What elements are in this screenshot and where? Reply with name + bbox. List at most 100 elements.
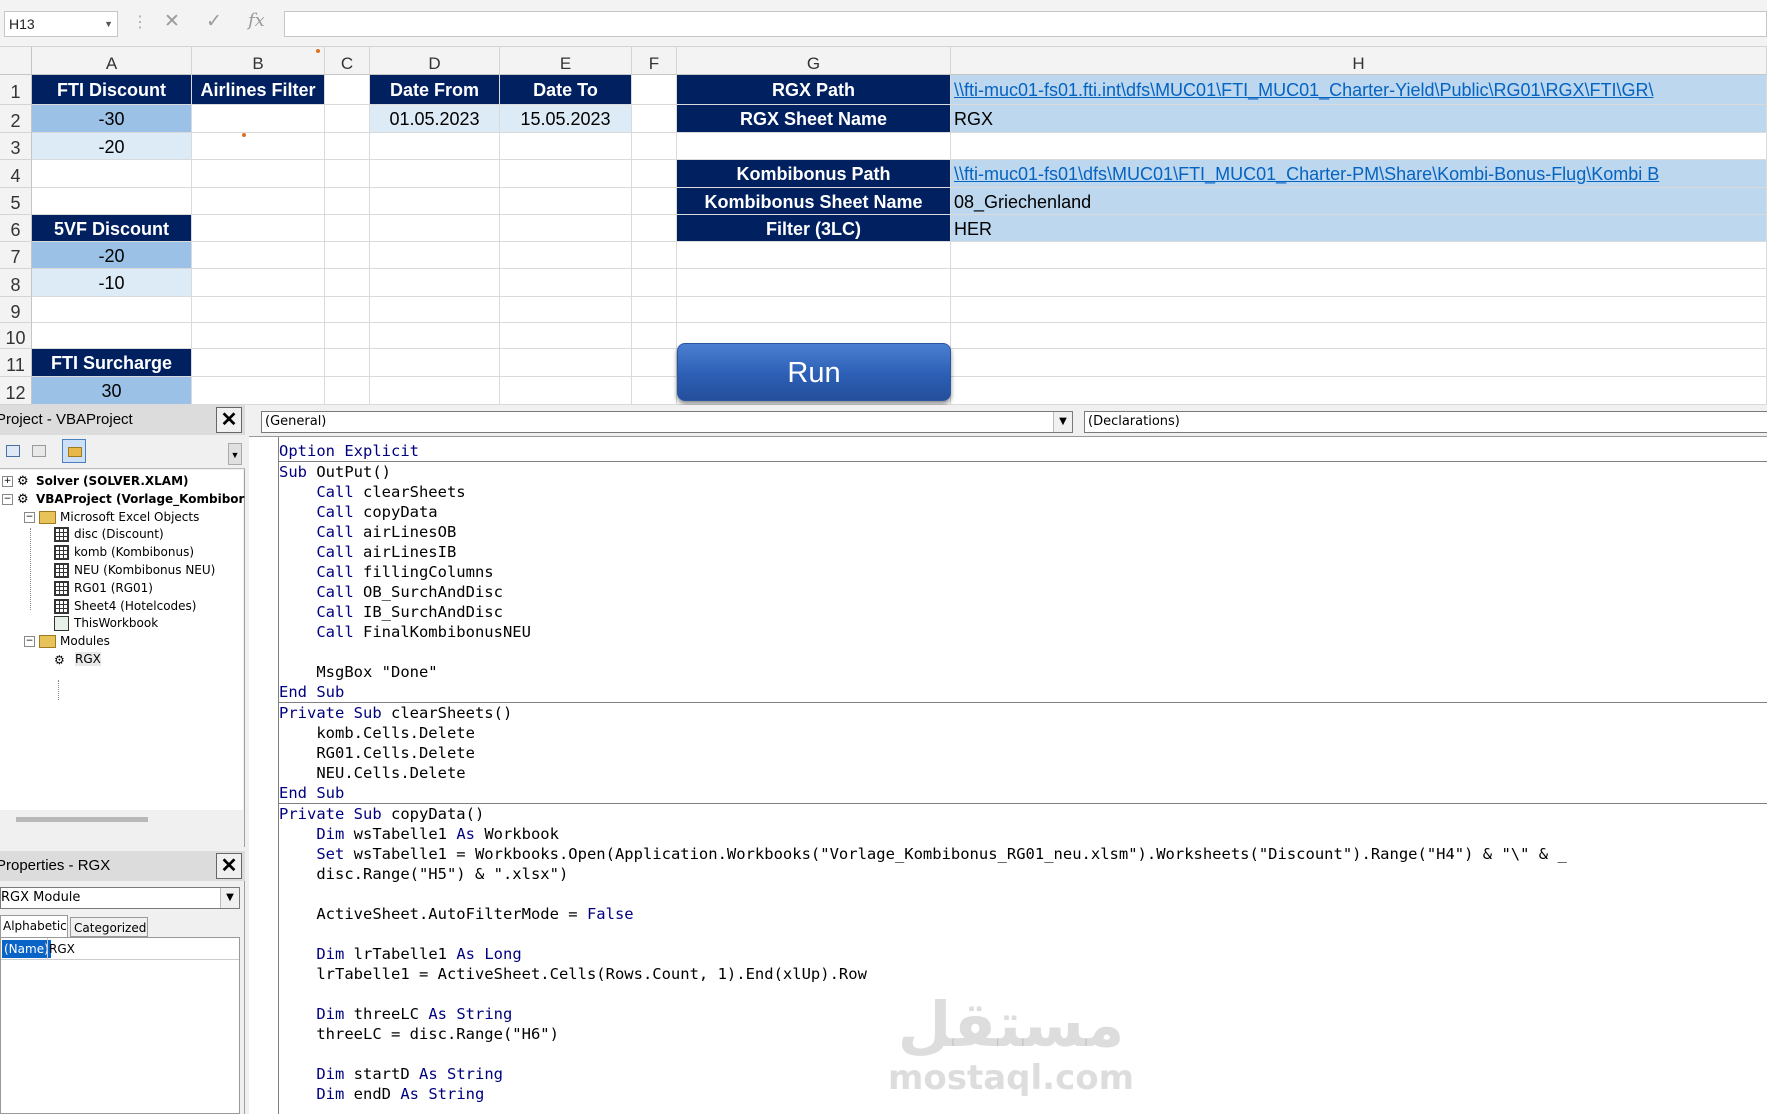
toggle-folders-button[interactable] (62, 439, 86, 463)
row-header-11[interactable]: 11 (0, 349, 32, 377)
function-icon[interactable]: fx (248, 10, 265, 31)
row-header-10[interactable]: 10 (0, 323, 32, 349)
tree-item[interactable]: ThisWorkbook (54, 615, 158, 632)
code-line[interactable]: NEU.Cells.Delete (279, 763, 1767, 783)
cell-a7[interactable]: -20 (32, 242, 191, 268)
cell-h1[interactable]: \\fti-muc01-fs01.fti.int\dfs\MUC01\FTI_M… (951, 75, 1766, 104)
code-line[interactable]: lrTabelle1 = ActiveSheet.Cells(Rows.Coun… (279, 964, 1767, 984)
cell-h5[interactable]: 08_Griechenland (951, 188, 1766, 214)
cell-a12[interactable]: 30 (32, 377, 191, 404)
code-line[interactable]: RG01.Cells.Delete (279, 743, 1767, 763)
code-line[interactable]: Private Sub copyData() (279, 804, 1767, 824)
code-line[interactable]: Call OB_SurchAndDisc (279, 582, 1767, 602)
cell-a8[interactable]: -10 (32, 269, 191, 296)
code-line[interactable]: Option Explicit (279, 441, 1767, 461)
code-line[interactable]: Call airLinesOB (279, 522, 1767, 542)
cell-g1[interactable]: RGX Path (677, 75, 950, 104)
row-header-3[interactable]: 3 (0, 133, 32, 160)
row-header-12[interactable]: 12 (0, 377, 32, 405)
tab-alphabetic[interactable]: Alphabetic (0, 915, 68, 937)
code-line[interactable]: Private Sub clearSheets() (279, 703, 1767, 723)
cell-g2[interactable]: RGX Sheet Name (677, 105, 950, 132)
row-header-7[interactable]: 7 (0, 242, 32, 269)
code-line[interactable]: Call copyData (279, 502, 1767, 522)
code-line[interactable]: Set wsTabelle1 = Workbooks.Open(Applicat… (279, 844, 1767, 864)
code-line[interactable]: Call fillingColumns (279, 562, 1767, 582)
cell-b1[interactable]: Airlines Filter (192, 75, 324, 104)
row-header-4[interactable]: 4 (0, 160, 32, 188)
tree-item[interactable]: RG01 (RG01) (54, 580, 153, 597)
code-line[interactable]: MsgBox "Done" (279, 662, 1767, 682)
code-line[interactable]: komb.Cells.Delete (279, 723, 1767, 743)
view-object-icon[interactable] (32, 445, 46, 457)
collapse-icon[interactable]: − (24, 636, 35, 648)
cell-h6[interactable]: HER (951, 215, 1766, 241)
code-line[interactable]: Dim lrTabelle1 As Long (279, 944, 1767, 964)
code-line[interactable]: ActiveSheet.AutoFilterMode = False (279, 904, 1767, 924)
column-header-b[interactable]: B (192, 47, 325, 75)
cell-h2[interactable]: RGX (951, 105, 1766, 132)
column-header-c[interactable]: C (325, 47, 370, 75)
close-icon[interactable]: ✕ (216, 407, 242, 433)
column-header-d[interactable]: D (370, 47, 500, 75)
expand-icon[interactable]: + (2, 476, 13, 487)
code-line[interactable]: End Sub (279, 682, 1767, 702)
code-line[interactable]: disc.Range("H5") & ".xlsx") (279, 864, 1767, 884)
object-selector[interactable]: RGX Module ▼ (0, 887, 240, 909)
procedure-combo[interactable]: (Declarations) (1084, 411, 1767, 433)
code-line[interactable]: Call IB_SurchAndDisc (279, 602, 1767, 622)
name-box[interactable]: H13 ▼ (4, 11, 118, 37)
code-line[interactable]: Call FinalKombibonusNEU (279, 622, 1767, 642)
column-header-e[interactable]: E (500, 47, 632, 75)
margin-indicator-bar[interactable] (249, 437, 279, 1114)
scroll-down-icon[interactable]: ▼ (228, 443, 242, 465)
collapse-icon[interactable]: − (2, 493, 13, 505)
code-line[interactable]: End Sub (279, 783, 1767, 803)
tree-item[interactable]: − ⚙ VBAProject (Vorlage_Kombibor (2, 491, 244, 508)
code-line[interactable]: Call airLinesIB (279, 542, 1767, 562)
cell-a6[interactable]: 5VF Discount (32, 215, 191, 241)
close-icon[interactable]: ✕ (164, 10, 180, 33)
cell-a2[interactable]: -30 (32, 105, 191, 132)
cell-e2[interactable]: 15.05.2023 (500, 105, 631, 132)
chevron-down-icon[interactable]: ▼ (220, 888, 239, 908)
code-line[interactable]: Dim wsTabelle1 As Workbook (279, 824, 1767, 844)
tree-item[interactable]: − Microsoft Excel Objects (24, 509, 199, 526)
close-icon[interactable]: ✕ (216, 853, 242, 879)
tree-item[interactable]: Sheet4 (Hotelcodes) (54, 598, 196, 615)
cell-e1[interactable]: Date To (500, 75, 631, 104)
cell-h4[interactable]: \\fti-muc01-fs01\dfs\MUC01\FTI_MUC01_Cha… (951, 160, 1766, 187)
cell-g6[interactable]: Filter (3LC) (677, 215, 950, 241)
object-combo[interactable]: (General) ▼ (261, 411, 1073, 433)
tree-item[interactable]: + ⚙ Solver (SOLVER.XLAM) (2, 473, 189, 490)
code-line[interactable] (279, 884, 1767, 904)
tree-item[interactable]: NEU (Kombibonus NEU) (54, 562, 215, 579)
property-grid[interactable]: (Name) RGX (0, 937, 240, 1114)
tab-categorized[interactable]: Categorized (70, 917, 148, 937)
column-header-f[interactable]: F (632, 47, 677, 75)
cell-a11[interactable]: FTI Surcharge (32, 349, 191, 376)
cell-g5[interactable]: Kombibonus Sheet Name (677, 188, 950, 214)
cell-a3[interactable]: -20 (32, 133, 191, 159)
property-value-cell[interactable]: RGX (49, 940, 75, 958)
cell-a1[interactable]: FTI Discount (32, 75, 191, 104)
code-line[interactable] (279, 642, 1767, 662)
chevron-down-icon[interactable]: ▼ (104, 12, 113, 36)
cell-d1[interactable]: Date From (370, 75, 499, 104)
horizontal-scrollbar[interactable] (0, 810, 243, 828)
property-name-cell[interactable]: (Name) (2, 940, 51, 958)
tree-item[interactable]: ⚙ RGX (54, 651, 101, 668)
cell-d2[interactable]: 01.05.2023 (370, 105, 499, 132)
project-tree[interactable]: + ⚙ Solver (SOLVER.XLAM) − ⚙ VBAProject (Vorl… (0, 470, 244, 810)
code-line[interactable]: Call clearSheets (279, 482, 1767, 502)
row-header-1[interactable]: 1 (0, 75, 32, 105)
column-header-g[interactable]: G (677, 47, 951, 75)
row-header-9[interactable]: 9 (0, 297, 32, 323)
worksheet-grid[interactable]: ABCDEFGH 1 2 3 4 5 6 7 8 9 10 11 12 FTI Discount -30… (0, 47, 1767, 405)
run-button[interactable]: Run (677, 343, 951, 401)
column-header-h[interactable]: H (951, 47, 1767, 75)
row-header-5[interactable]: 5 (0, 188, 32, 215)
scrollbar-thumb[interactable] (16, 817, 148, 822)
cell-g4[interactable]: Kombibonus Path (677, 160, 950, 187)
row-header-8[interactable]: 8 (0, 269, 32, 297)
